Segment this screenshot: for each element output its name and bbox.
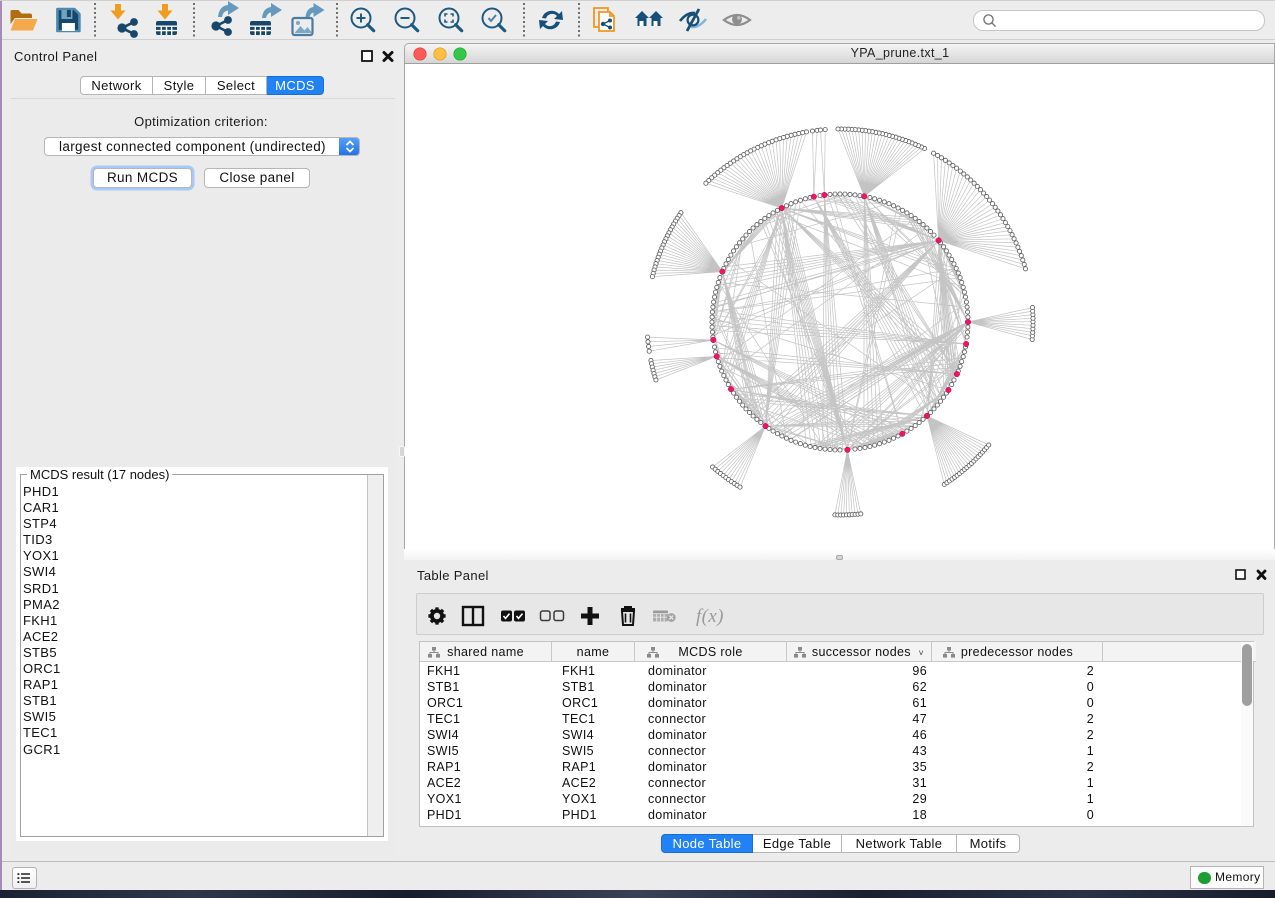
svg-text:f(x): f(x) [696,606,724,627]
